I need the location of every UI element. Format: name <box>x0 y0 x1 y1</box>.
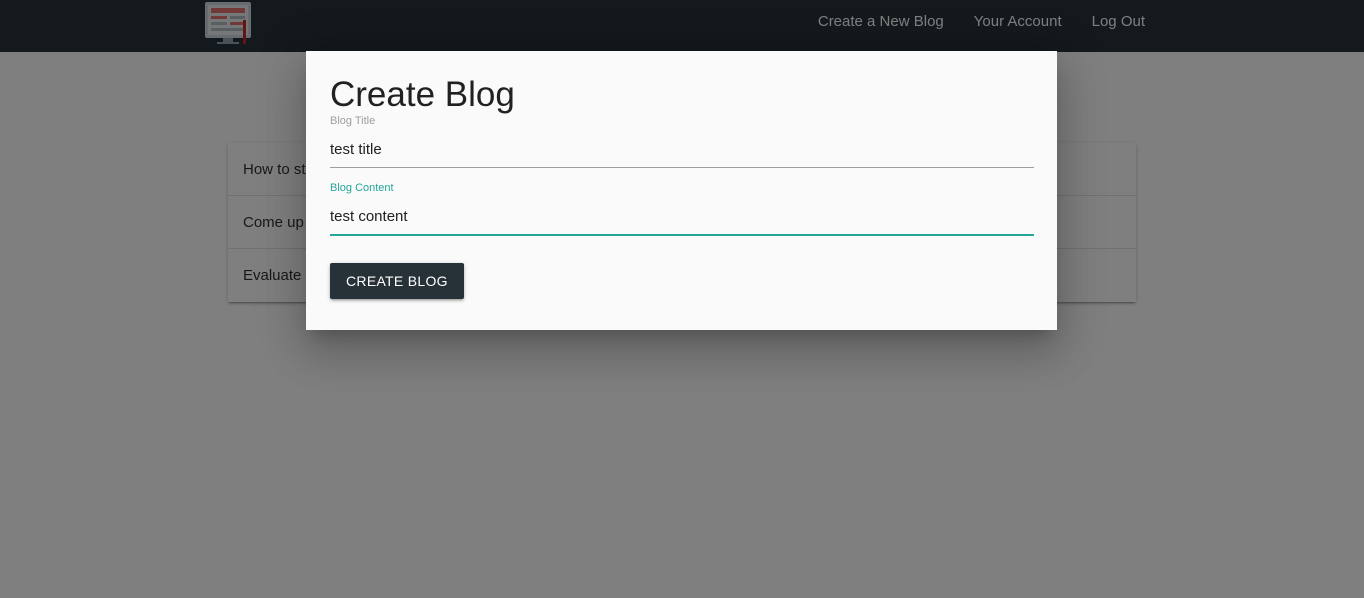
create-blog-modal: Create Blog Blog Title Blog Content CREA… <box>306 51 1057 330</box>
blog-title-label: Blog Title <box>330 115 376 127</box>
blog-title-field: Blog Title <box>330 115 1034 168</box>
blog-content-input[interactable] <box>330 199 1034 235</box>
blog-content-label: Blog Content <box>330 182 394 194</box>
modal-title: Create Blog <box>330 75 515 114</box>
blog-content-field: Blog Content <box>330 182 1034 235</box>
blog-title-input[interactable] <box>330 132 1034 168</box>
create-blog-button[interactable]: CREATE BLOG <box>330 263 464 299</box>
